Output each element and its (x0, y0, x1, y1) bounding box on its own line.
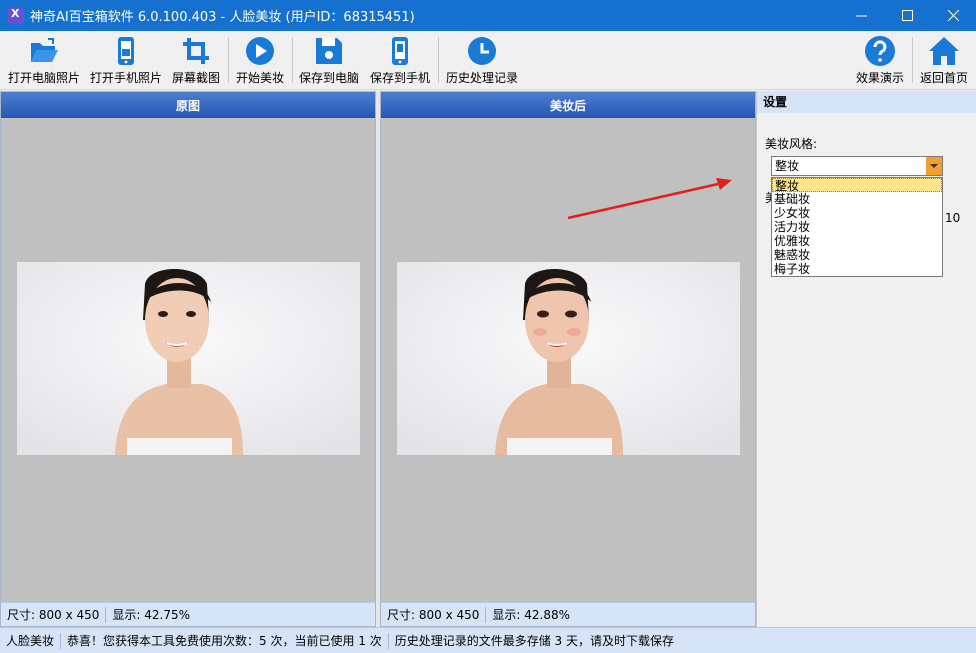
obscured-value: 10 (945, 211, 961, 225)
dropdown-option[interactable]: 优雅妆 (772, 234, 942, 248)
annotation-arrow-icon (567, 178, 732, 220)
open-pc-photo-button[interactable]: 打开电脑照片 (6, 35, 82, 87)
original-image-panel: 原图 尺寸: 800 x 450 显示: 42.75% (0, 91, 376, 627)
phone-icon (110, 35, 142, 67)
clock-icon (466, 35, 498, 67)
makeup-style-dropdown-list: 整妆 基础妆 少女妆 活力妆 优雅妆 魅惑妆 梅子妆 (771, 177, 943, 277)
save-disk-icon (313, 35, 345, 67)
demo-button[interactable]: 效果演示 (852, 35, 908, 87)
toolbar-divider (292, 37, 293, 83)
open-phone-photo-button[interactable]: 打开手机照片 (88, 35, 164, 87)
close-icon (947, 10, 959, 21)
help-icon (864, 35, 896, 67)
history-button[interactable]: 历史处理记录 (442, 35, 522, 87)
save-to-phone-button[interactable]: 保存到手机 (366, 35, 434, 87)
window-title: 神奇AI百宝箱软件 6.0.100.403 - 人脸美妆 (用户ID：68315… (30, 10, 415, 25)
maximize-icon (901, 10, 913, 21)
dropdown-option[interactable]: 基础妆 (772, 192, 942, 206)
open-pc-photo-label: 打开电脑照片 (7, 71, 80, 85)
toolbar: 打开电脑照片 打开手机照片 屏幕截图 开始美妆 保存到电脑 保存到手机 历史处理… (0, 31, 976, 90)
dropdown-option[interactable]: 整妆 (772, 178, 942, 193)
crop-icon (180, 35, 212, 67)
result-panel-title: 美妆后 (381, 92, 755, 118)
close-button[interactable] (930, 0, 976, 31)
play-icon (244, 35, 276, 67)
demo-label: 效果演示 (855, 71, 904, 85)
original-photo (17, 262, 360, 455)
screenshot-label: 屏幕截图 (171, 71, 220, 85)
toolbar-divider (912, 37, 913, 83)
home-icon (928, 35, 960, 67)
toolbar-divider (438, 37, 439, 83)
minimize-icon (855, 15, 867, 17)
history-label: 历史处理记录 (445, 71, 518, 85)
home-button[interactable]: 返回首页 (916, 35, 972, 87)
open-phone-photo-label: 打开手机照片 (89, 71, 162, 85)
app-logo-icon (8, 7, 24, 24)
toolbar-divider (228, 37, 229, 83)
original-zoom-text: 显示: 42.75% (112, 608, 191, 622)
dropdown-option[interactable]: 魅惑妆 (772, 248, 942, 262)
makeup-style-label: 美妆风格: (765, 137, 818, 151)
original-panel-title: 原图 (1, 92, 375, 118)
result-image-panel: 美妆后 尺寸: 800 x 450 显示: 42.88% (380, 91, 756, 627)
status-history-note: 历史处理记录的文件最多存储 3 天，请及时下载保存 (394, 634, 675, 648)
dropdown-option[interactable]: 梅子妆 (772, 262, 942, 276)
save-to-pc-label: 保存到电脑 (298, 71, 359, 85)
status-usage: 恭喜！您获得本工具免费使用次数：5 次，当前已使用 1 次 (67, 634, 382, 648)
title-bar: 神奇AI百宝箱软件 6.0.100.403 - 人脸美妆 (用户ID：68315… (0, 0, 976, 31)
dropdown-arrow-icon[interactable] (926, 157, 942, 175)
minimize-button[interactable] (838, 0, 884, 31)
dropdown-option[interactable]: 活力妆 (772, 220, 942, 234)
makeup-style-select[interactable]: 整妆 (771, 156, 943, 176)
dropdown-option[interactable]: 少女妆 (772, 206, 942, 220)
open-folder-icon (28, 35, 60, 67)
makeup-style-selected-value: 整妆 (775, 159, 800, 173)
home-label: 返回首页 (919, 71, 968, 85)
original-size-text: 尺寸: 800 x 450 (7, 608, 100, 622)
screenshot-button[interactable]: 屏幕截图 (168, 35, 224, 87)
phone-save-icon (384, 35, 416, 67)
status-bar: 人脸美妆 恭喜！您获得本工具免费使用次数：5 次，当前已使用 1 次 历史处理记… (0, 627, 976, 653)
settings-panel: 设置 美妆风格: 美 10 整妆 整妆 基础妆 少女妆 活力妆 优雅妆 魅惑妆 … (756, 91, 976, 627)
save-to-pc-button[interactable]: 保存到电脑 (296, 35, 362, 87)
start-makeup-label: 开始美妆 (235, 71, 284, 85)
result-photo (397, 262, 740, 455)
status-module: 人脸美妆 (6, 634, 55, 648)
save-to-phone-label: 保存到手机 (369, 71, 430, 85)
maximize-button[interactable] (884, 0, 930, 31)
start-makeup-button[interactable]: 开始美妆 (232, 35, 288, 87)
original-status-bar: 尺寸: 800 x 450 显示: 42.75% (1, 602, 375, 626)
result-zoom-text: 显示: 42.88% (492, 608, 571, 622)
result-status-bar: 尺寸: 800 x 450 显示: 42.88% (381, 602, 755, 626)
result-size-text: 尺寸: 800 x 450 (387, 608, 480, 622)
settings-title: 设置 (757, 91, 976, 113)
